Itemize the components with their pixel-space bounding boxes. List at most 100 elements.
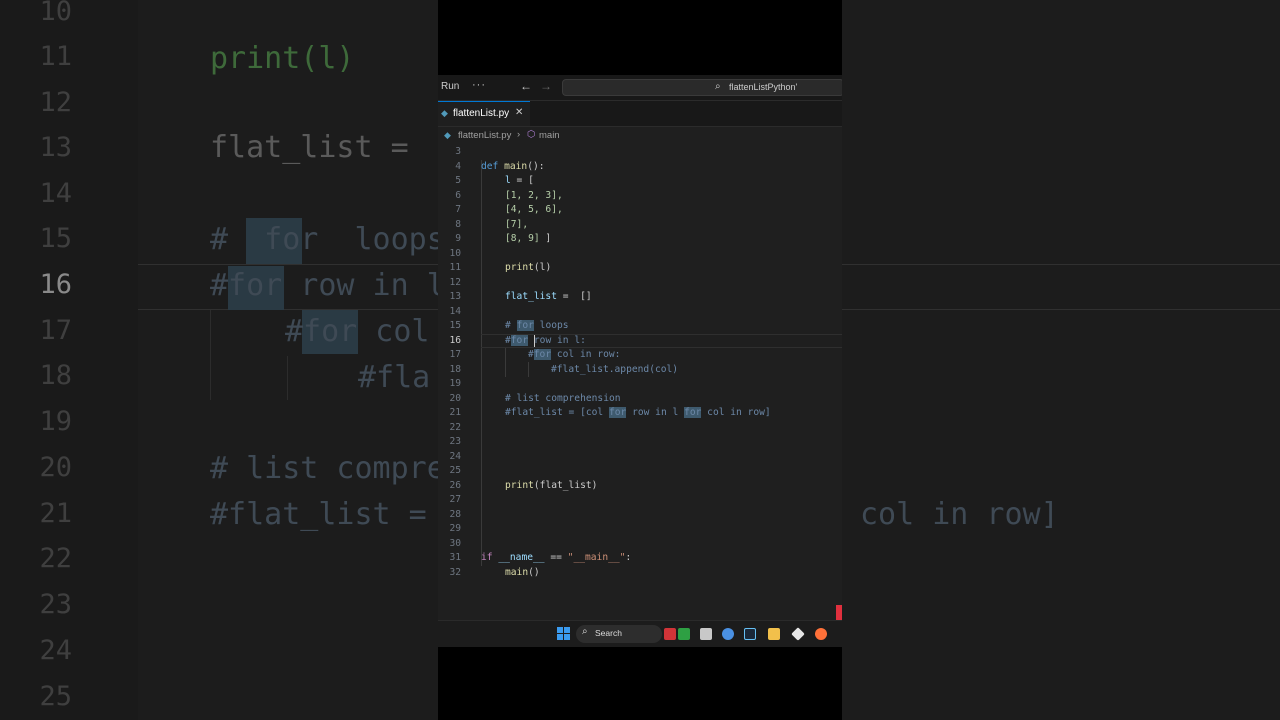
bg-line-number: 10 <box>39 0 72 27</box>
code-text: #for row in l: <box>505 334 586 349</box>
steam-icon[interactable] <box>744 628 756 640</box>
copilot-icon[interactable] <box>722 628 734 640</box>
line-number: 22 <box>449 421 461 433</box>
firefox-icon[interactable] <box>815 628 827 640</box>
code-line: 12 <box>438 276 842 291</box>
token-highlight: for <box>516 320 534 331</box>
token-punct: () <box>528 566 540 578</box>
token-variable: flat_list <box>505 291 557 302</box>
breadcrumb: ◆ flattenList.py › ⬡ main <box>438 127 842 144</box>
code-line: 28 <box>438 508 842 523</box>
bg-code-line: # list compre <box>210 451 445 486</box>
windows-logo-icon[interactable] <box>557 627 570 640</box>
line-number: 26 <box>449 479 461 491</box>
code-line: 13 flat_list = [] <box>438 290 842 305</box>
token-keyword: if <box>481 552 493 563</box>
token-comment: loops <box>533 320 569 331</box>
close-icon[interactable]: ✕ <box>515 107 523 118</box>
arrow-right-icon[interactable]: → <box>540 79 552 93</box>
token-string: "__main__" <box>567 552 626 563</box>
token-comment: ow in l: <box>539 334 586 346</box>
line-number: 30 <box>449 537 461 549</box>
line-number: 19 <box>449 378 461 389</box>
code-text: print(l) <box>505 261 551 276</box>
token-punct: : <box>625 552 632 563</box>
code-line: 6 [1, 2, 3], <box>438 189 842 204</box>
token-function: print <box>505 479 534 491</box>
code-line: 5 l = [ <box>438 174 842 189</box>
bg-line-number: 23 <box>39 589 72 620</box>
line-number: 24 <box>449 450 461 462</box>
code-line: 4 def main(): <box>438 160 842 175</box>
bg-line-number: 20 <box>39 452 72 483</box>
code-text: #flat_list = [col for row in l for col i… <box>505 406 771 421</box>
token-punct: = [ <box>510 175 534 186</box>
code-line: 15 # for loops <box>438 319 842 334</box>
code-editor[interactable]: 3 4 def main(): 5 l = [ 6 [1, 2, 3], 7 [… <box>438 145 842 605</box>
menu-run[interactable]: Run <box>441 81 459 92</box>
token-comment: col in row] <box>701 407 771 418</box>
vscode-window: Run ··· ← → ⌕ flattenListPython' ◆ flatt… <box>438 75 842 620</box>
bg-line-number: 17 <box>39 315 72 346</box>
folder-icon[interactable] <box>768 628 780 640</box>
code-line: 17 #for col in row: <box>438 348 842 363</box>
code-text: # list comprehension <box>505 392 621 404</box>
bg-line-number: 14 <box>39 178 72 209</box>
search-icon: ⌕ <box>582 626 588 637</box>
code-text: [7], <box>505 218 529 230</box>
line-number: 3 <box>455 146 461 157</box>
tab-flattenlist[interactable]: ◆ flattenList.py ✕ <box>438 101 530 126</box>
bg-code-line: # for loops <box>210 222 445 257</box>
code-line: 9 [8, 9] ] <box>438 232 842 247</box>
breadcrumb-file[interactable]: flattenList.py <box>458 130 511 141</box>
app-icon-gray[interactable] <box>700 628 712 640</box>
taskbar-search[interactable]: ⌕ Search <box>576 625 662 643</box>
bg-line-number: 22 <box>39 543 72 574</box>
app-icon-red[interactable] <box>664 628 676 640</box>
token-number: [8, 9] <box>505 233 540 244</box>
code-text: flat_list = [] <box>505 290 592 305</box>
token-operator: == <box>544 552 568 563</box>
breadcrumb-symbol[interactable]: main <box>539 130 560 141</box>
bg-line-number: 15 <box>39 223 72 254</box>
token-punct: (): <box>527 160 545 172</box>
bg-line-number: 12 <box>39 87 72 118</box>
git-icon[interactable] <box>791 627 805 641</box>
title-bar: Run ··· ← → ⌕ flattenListPython' <box>438 75 842 101</box>
token-highlight: for <box>608 407 627 418</box>
code-line: 26 print(flat_list) <box>438 479 842 494</box>
code-line: 18 #flat_list.append(col) <box>438 363 842 378</box>
tab-bar: ◆ flattenList.py ✕ <box>438 101 842 127</box>
scrollbar-marker[interactable] <box>836 605 842 620</box>
code-line: 31 if __name__ == "__main__": <box>438 551 842 566</box>
token-comment: # <box>528 349 534 360</box>
code-text: [1, 2, 3], <box>505 189 563 201</box>
line-number: 4 <box>455 160 461 172</box>
line-number: 20 <box>449 392 461 404</box>
bg-line-number: 13 <box>39 132 72 163</box>
line-number: 8 <box>455 218 461 230</box>
bg-code-line: print(l) <box>210 41 355 76</box>
line-number: 23 <box>449 436 461 447</box>
token-highlight: for <box>684 407 702 418</box>
arrow-left-icon[interactable]: ← <box>520 79 532 93</box>
code-line: 29 <box>438 522 842 537</box>
code-line: 16 #for row in l: <box>438 334 842 349</box>
code-line: 21 #flat_list = [col for row in l for co… <box>438 406 842 421</box>
code-line: 24 <box>438 450 842 465</box>
command-center-search[interactable]: ⌕ flattenListPython' <box>562 79 842 96</box>
app-icon-green[interactable] <box>678 628 690 640</box>
breadcrumb-separator: › <box>517 129 521 140</box>
code-text: print(flat_list) <box>505 479 597 494</box>
line-number: 27 <box>449 494 461 505</box>
ellipsis-icon[interactable]: ··· <box>472 79 486 91</box>
bg-line-number: 11 <box>39 41 72 72</box>
token-keyword: def <box>481 160 499 172</box>
token-args: (flat_list) <box>533 479 598 491</box>
bg-line-number: 16 <box>39 269 72 300</box>
taskbar-search-placeholder: Search <box>595 628 622 638</box>
bg-code-line: flat_list = <box>210 130 409 165</box>
line-number: 11 <box>449 262 461 273</box>
command-center-text: flattenListPython' <box>729 82 798 92</box>
bg-code-line: #for row in l <box>210 268 445 303</box>
